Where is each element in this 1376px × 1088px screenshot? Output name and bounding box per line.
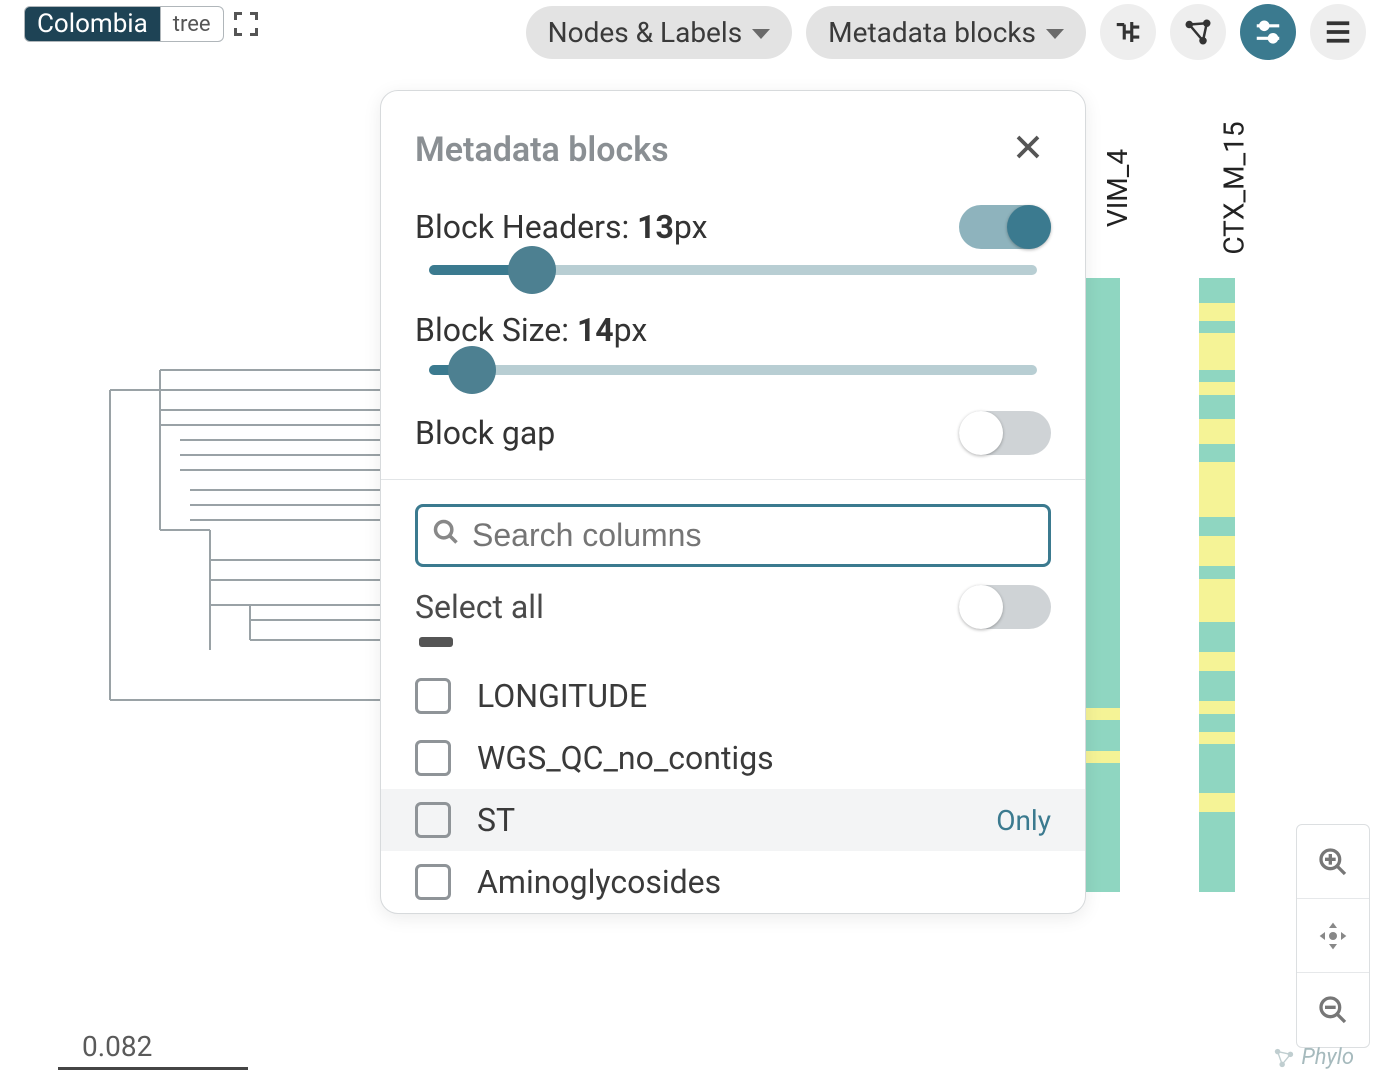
block-cells: [1199, 278, 1235, 892]
checkbox[interactable]: [415, 678, 451, 714]
block-size-slider[interactable]: [429, 365, 1037, 375]
search-columns-input[interactable]: [472, 517, 1034, 554]
toolbar: Nodes & Labels Metadata blocks: [526, 4, 1366, 60]
slider-thumb[interactable]: [448, 346, 496, 394]
location-chip[interactable]: Colombia: [24, 6, 161, 42]
select-all-label: Select all: [415, 588, 544, 626]
pan-button[interactable]: [1297, 899, 1369, 973]
nodes-labels-dropdown-label: Nodes & Labels: [548, 16, 742, 49]
slider-thumb[interactable]: [508, 246, 556, 294]
column-label: ST: [477, 801, 515, 839]
settings-sliders-button[interactable]: [1240, 4, 1296, 60]
tree-layout-button[interactable]: [1100, 4, 1156, 60]
phylogeny-tree[interactable]: [10, 60, 390, 1060]
block-gap-toggle[interactable]: [959, 411, 1051, 455]
list-item[interactable]: WGS_QC_no_contigs: [381, 727, 1085, 789]
scale-line: [58, 1067, 248, 1070]
zoom-out-button[interactable]: [1297, 973, 1369, 1047]
checkbox[interactable]: [415, 740, 451, 776]
column-label: Aminoglycosides: [477, 863, 721, 901]
zoom-in-button[interactable]: [1297, 825, 1369, 899]
fullscreen-icon[interactable]: [234, 12, 258, 36]
scale-bar: 0.082: [58, 1030, 248, 1070]
popover-title: Metadata blocks: [415, 130, 1005, 170]
block-headers-slider[interactable]: [429, 265, 1037, 275]
hamburger-menu-button[interactable]: [1310, 4, 1366, 60]
metadata-blocks-popover: Metadata blocks Block Headers: 13px Bloc…: [380, 90, 1086, 914]
block-gap-label: Block gap: [415, 414, 555, 452]
metadata-blocks-dropdown-label: Metadata blocks: [828, 16, 1036, 49]
block-col-ctxm15[interactable]: CTX_M_15: [1151, 188, 1284, 892]
block-size-label: Block Size: 14px: [415, 311, 647, 349]
scale-value: 0.082: [82, 1030, 152, 1063]
select-all-toggle[interactable]: [959, 585, 1051, 629]
chevron-down-icon: [1046, 29, 1064, 39]
metadata-blocks-dropdown[interactable]: Metadata blocks: [806, 6, 1086, 59]
column-label: LONGITUDE: [477, 677, 647, 715]
only-button[interactable]: Only: [996, 804, 1051, 837]
network-button[interactable]: [1170, 4, 1226, 60]
block-headers-label: Block Headers: 13px: [415, 208, 707, 246]
phylo-watermark: Phylo: [1273, 1045, 1354, 1070]
close-icon[interactable]: [1005, 125, 1051, 175]
tree-title-chips: Colombia tree: [24, 6, 258, 42]
partial-bar-icon: [419, 637, 453, 647]
list-item[interactable]: LONGITUDE: [381, 665, 1085, 727]
tree-viewer-canvas: Colombia tree Nodes & Labels Metadata bl…: [0, 0, 1376, 1088]
chevron-down-icon: [752, 29, 770, 39]
block-cells: [1084, 278, 1120, 892]
search-icon: [432, 518, 460, 554]
list-item[interactable]: ST Only: [381, 789, 1085, 851]
nodes-labels-dropdown[interactable]: Nodes & Labels: [526, 6, 792, 59]
zoom-controls: [1296, 824, 1370, 1048]
viewmode-chip[interactable]: tree: [161, 6, 224, 42]
block-headers-toggle[interactable]: [959, 205, 1051, 249]
list-item[interactable]: [381, 637, 1085, 665]
columns-list: LONGITUDE WGS_QC_no_contigs ST Only Amin…: [381, 637, 1085, 913]
list-item[interactable]: Aminoglycosides: [381, 851, 1085, 913]
divider: [381, 479, 1085, 480]
tree-branches: [10, 60, 390, 760]
search-columns-input-wrapper[interactable]: [415, 504, 1051, 567]
checkbox[interactable]: [415, 864, 451, 900]
checkbox[interactable]: [415, 802, 451, 838]
column-label: WGS_QC_no_contigs: [477, 739, 774, 777]
